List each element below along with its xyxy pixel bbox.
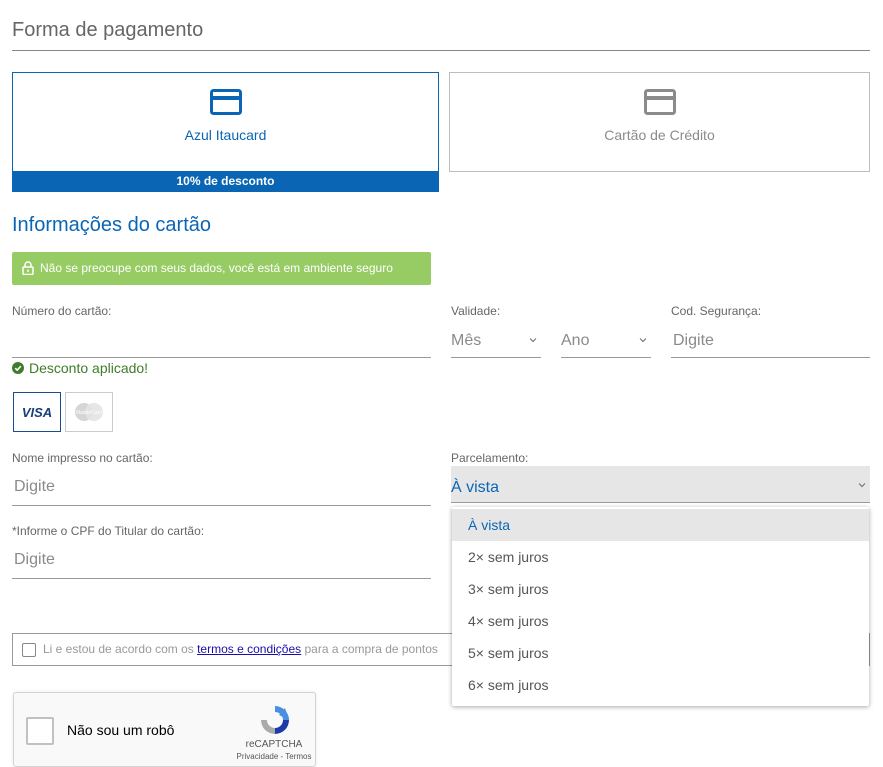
recaptcha-widget: Não sou um robô reCAPTCHA Privacidade - … bbox=[13, 692, 316, 767]
payment-option-label: Cartão de Crédito bbox=[604, 127, 715, 143]
check-circle-icon bbox=[12, 362, 24, 374]
secure-environment-text: Não se preocupe com seus dados, você est… bbox=[40, 261, 393, 275]
cpf-label: *Informe o CPF do Titular do cartão: bbox=[12, 524, 205, 538]
recaptcha-checkbox[interactable] bbox=[26, 717, 54, 745]
terms-prefix-text: Li e estou de acordo com os bbox=[43, 642, 198, 656]
installment-option[interactable]: 6× sem juros bbox=[452, 669, 869, 701]
discount-applied-message: Desconto aplicado! bbox=[12, 360, 148, 376]
brand-mastercard[interactable]: MasterCard bbox=[65, 392, 113, 432]
card-number-label: Número do cartão: bbox=[12, 304, 112, 318]
mastercard-logo-icon: MasterCard bbox=[75, 403, 103, 421]
installment-option[interactable]: À vista bbox=[452, 509, 869, 541]
card-name-input[interactable] bbox=[12, 468, 431, 506]
header-divider bbox=[12, 50, 870, 51]
year-select[interactable]: Ano bbox=[561, 328, 651, 358]
lock-icon bbox=[22, 261, 34, 275]
recaptcha-label: Não sou um robô bbox=[67, 722, 175, 738]
terms-suffix-text: para a compra de pontos bbox=[301, 642, 438, 656]
installments-select[interactable]: À vista bbox=[451, 466, 870, 503]
brand-mastercard-text: MasterCard bbox=[76, 410, 102, 416]
card-name-label: Nome impresso no cartão: bbox=[12, 451, 153, 465]
month-select[interactable]: Mês bbox=[451, 328, 541, 358]
cpf-input[interactable] bbox=[12, 541, 431, 579]
year-select-placeholder: Ano bbox=[561, 332, 590, 349]
installments-label: Parcelamento: bbox=[451, 451, 529, 465]
recaptcha-logo-icon bbox=[261, 706, 289, 734]
recaptcha-brand: reCAPTCHA bbox=[245, 739, 303, 750]
cvv-input[interactable] bbox=[671, 324, 870, 358]
terms-link[interactable]: termos e condições bbox=[197, 642, 301, 656]
secure-environment-banner: Não se preocupe com seus dados, você est… bbox=[12, 252, 431, 285]
credit-card-icon bbox=[209, 89, 242, 115]
payment-option-azul-itaucard[interactable]: Azul Itaucard 10% de desconto bbox=[12, 72, 439, 192]
installment-option[interactable]: 2× sem juros bbox=[452, 541, 869, 573]
brand-visa-text: VISA bbox=[22, 405, 52, 420]
discount-applied-text: Desconto aplicado! bbox=[29, 360, 149, 376]
validity-label: Validade: bbox=[451, 304, 501, 318]
chevron-down-icon bbox=[858, 483, 866, 488]
credit-card-icon bbox=[643, 89, 676, 115]
cvv-label: Cod. Segurança: bbox=[671, 304, 762, 318]
recaptcha-links[interactable]: Privacidade - Termos bbox=[219, 752, 329, 761]
chevron-down-icon bbox=[639, 338, 647, 343]
brand-visa[interactable]: VISA bbox=[13, 392, 61, 432]
installments-selected-value: À vista bbox=[451, 479, 500, 496]
section-title-payment: Forma de pagamento bbox=[12, 19, 204, 41]
installment-option[interactable]: 5× sem juros bbox=[452, 637, 869, 669]
installments-dropdown: À vista 2× sem juros 3× sem juros 4× sem… bbox=[452, 507, 869, 706]
installment-option[interactable]: 4× sem juros bbox=[452, 605, 869, 637]
card-number-input[interactable] bbox=[12, 324, 431, 358]
chevron-down-icon bbox=[529, 338, 537, 343]
payment-option-label: Azul Itaucard bbox=[184, 127, 267, 143]
visa-logo-icon: VISA bbox=[22, 405, 52, 420]
section-title-card-info: Informações do cartão bbox=[12, 214, 211, 236]
payment-option-credit-card[interactable]: Cartão de Crédito bbox=[449, 72, 870, 172]
discount-badge: 10% de desconto bbox=[12, 171, 439, 192]
terms-checkbox[interactable] bbox=[22, 643, 36, 657]
month-select-placeholder: Mês bbox=[451, 332, 482, 349]
installment-option[interactable]: 3× sem juros bbox=[452, 573, 869, 605]
